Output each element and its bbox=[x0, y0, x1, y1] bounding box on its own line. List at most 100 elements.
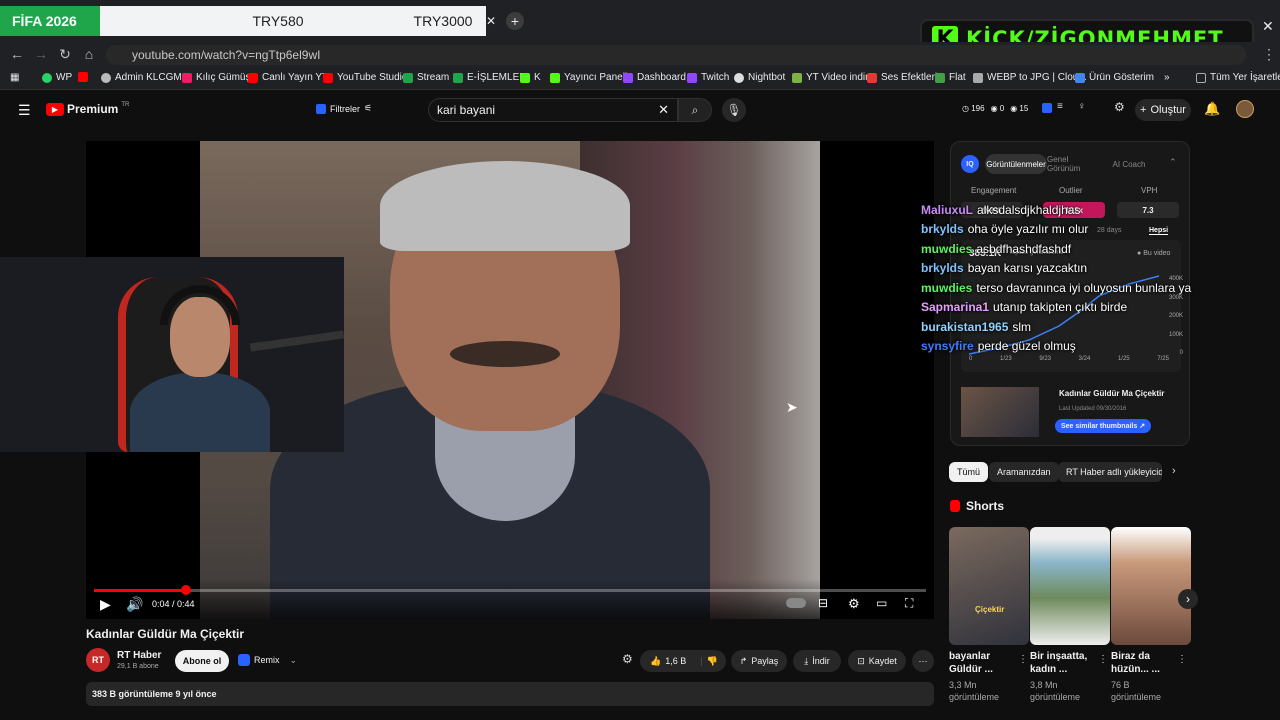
apps-icon[interactable]: ▦ bbox=[10, 72, 19, 83]
remix-label: Remix bbox=[254, 655, 280, 665]
short-views: 3,3 Mn görüntüleme bbox=[949, 680, 1000, 702]
short-menu-icon[interactable]: ⋮ bbox=[1098, 654, 1108, 665]
create-button[interactable]: + Oluştur bbox=[1135, 99, 1191, 121]
back-icon[interactable]: ← bbox=[8, 46, 26, 62]
bookmark-ses[interactable]: Ses Efektleri bbox=[867, 72, 937, 83]
search-button[interactable]: ⌕ bbox=[678, 98, 712, 122]
bookmark-k[interactable]: K bbox=[520, 72, 541, 83]
save-button[interactable]: ⊡ Kaydet bbox=[848, 650, 906, 672]
bookmark-admin[interactable]: Admin KLCGMS bbox=[101, 72, 188, 83]
bookmark-studio[interactable]: YouTube Studio bbox=[323, 72, 407, 83]
search-input[interactable]: kari bayani ✕ bbox=[428, 98, 678, 122]
notifications-bell-icon[interactable]: 🔔 bbox=[1204, 101, 1220, 117]
forward-icon[interactable]: → bbox=[32, 46, 50, 62]
tab-ai-coach[interactable]: AI Coach bbox=[1107, 154, 1151, 174]
download-button[interactable]: ⤓ İndir bbox=[793, 650, 841, 672]
clear-search-icon[interactable]: ✕ bbox=[658, 102, 669, 118]
filters-button[interactable]: Filtreler ⚟ bbox=[316, 103, 372, 114]
autoplay-toggle[interactable] bbox=[786, 598, 806, 608]
short-menu-icon[interactable]: ⋮ bbox=[1177, 654, 1187, 665]
shorts-next-icon[interactable]: › bbox=[1178, 589, 1198, 609]
avatar[interactable] bbox=[1236, 100, 1254, 118]
window-close-icon[interactable]: ✕ bbox=[1262, 18, 1274, 35]
bookmark-webp[interactable]: WEBP to JPG | Clou... bbox=[973, 72, 1087, 83]
range-28-days[interactable]: 28 days bbox=[1097, 227, 1122, 234]
home-icon[interactable]: ⌂ bbox=[80, 46, 98, 62]
short-thumbnail[interactable] bbox=[1030, 527, 1110, 645]
bookmark-nightbot[interactable]: Nightbot bbox=[734, 72, 785, 83]
menu-dots-icon[interactable]: ⋮ bbox=[1260, 46, 1278, 63]
person-icon[interactable]: ♀ bbox=[1078, 101, 1086, 112]
settings-gear-icon[interactable]: ⚙ bbox=[848, 596, 860, 612]
theater-mode-icon[interactable]: ▭ bbox=[876, 596, 887, 610]
chip-all[interactable]: Tümü bbox=[949, 462, 989, 482]
range-all[interactable]: Hepsi bbox=[1149, 227, 1169, 235]
subscribe-button[interactable]: Abone ol bbox=[175, 650, 229, 672]
scrubber-handle[interactable] bbox=[180, 585, 191, 595]
list-icon[interactable]: ≡ bbox=[1057, 101, 1063, 112]
new-tab-button[interactable]: + bbox=[506, 12, 524, 30]
short-title[interactable]: bayanlar Güldür ... bbox=[949, 650, 1025, 676]
short-overlay-text: Çiçektir bbox=[975, 605, 1005, 614]
captions-icon[interactable]: ⊟ bbox=[818, 596, 828, 610]
short-menu-icon[interactable]: ⋮ bbox=[1018, 654, 1028, 665]
shorts-icon bbox=[950, 500, 960, 512]
similar-thumbnails-button[interactable]: See similar thumbnails ↗ bbox=[1055, 419, 1152, 433]
tab-overview[interactable]: Genel Görünüm bbox=[1047, 154, 1103, 174]
bookmark-dashboard[interactable]: Dashboard bbox=[623, 72, 686, 83]
description-box[interactable]: 383 B görüntüleme 9 yıl önce bbox=[86, 682, 934, 706]
chat-text: terso davranınca iyi oluyosun bunlara ya bbox=[976, 281, 1192, 295]
chat-username: muwdies bbox=[921, 242, 973, 256]
chat-settings-icon[interactable]: ⚙ bbox=[1114, 100, 1125, 114]
more-actions-icon[interactable]: ⋯ bbox=[912, 650, 934, 672]
chip-uploader[interactable]: RT Haber adlı yükleyicid bbox=[1058, 462, 1162, 482]
stat-comments: ◉ 0 bbox=[990, 104, 1005, 113]
thumbs-down-icon[interactable]: 👎 bbox=[707, 656, 718, 667]
short-thumbnail[interactable] bbox=[1111, 527, 1191, 645]
bookmark-wp[interactable]: WP bbox=[42, 72, 72, 83]
bookmark-label: Canlı Yayın YT bbox=[262, 72, 329, 83]
bookmark-ytindir[interactable]: YT Video indir bbox=[792, 72, 868, 83]
iq-extension-icon[interactable] bbox=[1042, 103, 1052, 113]
chip-from-search[interactable]: Aramanızdan bbox=[989, 462, 1059, 482]
channel-name[interactable]: RT Haber bbox=[117, 650, 161, 661]
all-bookmarks[interactable]: Tüm Yer İşaretleri bbox=[1196, 72, 1280, 83]
collapse-icon[interactable]: ⌃ bbox=[1169, 157, 1177, 168]
more-bookmarks-icon[interactable]: » bbox=[1164, 72, 1170, 83]
chips-next-icon[interactable]: › bbox=[1172, 465, 1176, 477]
youtube-logo[interactable]: ▶ Premium TR bbox=[46, 102, 129, 116]
bookmark-stream[interactable]: Stream bbox=[403, 72, 449, 83]
channel-avatar[interactable]: RT bbox=[86, 648, 110, 672]
stream-tab[interactable]: FİFA 2026 bbox=[0, 6, 100, 36]
man-hair bbox=[380, 161, 630, 251]
volume-icon[interactable]: 🔊 bbox=[126, 596, 143, 613]
tab-views[interactable]: Görüntülenmeler bbox=[985, 154, 1047, 174]
url-field[interactable]: youtube.com/watch?v=ngTtp6el9wI bbox=[106, 45, 1246, 65]
bookmark-twitch[interactable]: Twitch bbox=[687, 72, 729, 83]
hamburger-menu-icon[interactable]: ☰ bbox=[18, 102, 31, 119]
bookmark-kilic[interactable]: Kılıç Gümüş bbox=[182, 72, 250, 83]
short-title[interactable]: Bir inşaatta, kadın ... bbox=[1030, 650, 1106, 676]
bookmark-eislemler[interactable]: E-İŞLEMLER bbox=[453, 72, 526, 83]
chat-text: slm bbox=[1012, 320, 1032, 334]
bookmark-canli[interactable]: Canlı Yayın YT bbox=[248, 72, 328, 83]
voice-search-icon[interactable]: 🎙 bbox=[722, 98, 746, 122]
like-count[interactable]: 1,6 B bbox=[665, 656, 686, 666]
bookmark-flat[interactable]: Flat bbox=[935, 72, 966, 83]
fullscreen-icon[interactable]: ⛶ bbox=[905, 596, 913, 611]
reload-icon[interactable]: ↻ bbox=[56, 46, 74, 63]
close-tab-icon[interactable]: ✕ bbox=[486, 14, 496, 28]
short-thumbnail[interactable]: Çiçektir bbox=[949, 527, 1029, 645]
bookmark-urun[interactable]: Ürün Gösterim bbox=[1075, 72, 1154, 83]
thumbs-up-icon[interactable]: 👍 bbox=[650, 656, 661, 667]
remix-button[interactable]: Remix ⌄ bbox=[238, 654, 297, 666]
button-label: See similar thumbnails bbox=[1061, 422, 1138, 430]
share-button[interactable]: ↱ Paylaş bbox=[731, 650, 787, 672]
progress-bar[interactable] bbox=[94, 585, 926, 595]
bookmark-youtube[interactable] bbox=[78, 72, 88, 82]
browser-tab-2[interactable]: TRY3000 bbox=[400, 6, 486, 36]
play-icon[interactable]: ▶ bbox=[100, 596, 111, 613]
short-title[interactable]: Biraz da hüzün... ... bbox=[1111, 650, 1187, 676]
extension-icon[interactable]: ⚙ bbox=[622, 652, 633, 666]
bookmark-yayinci[interactable]: Yayıncı Paneli bbox=[550, 72, 627, 83]
